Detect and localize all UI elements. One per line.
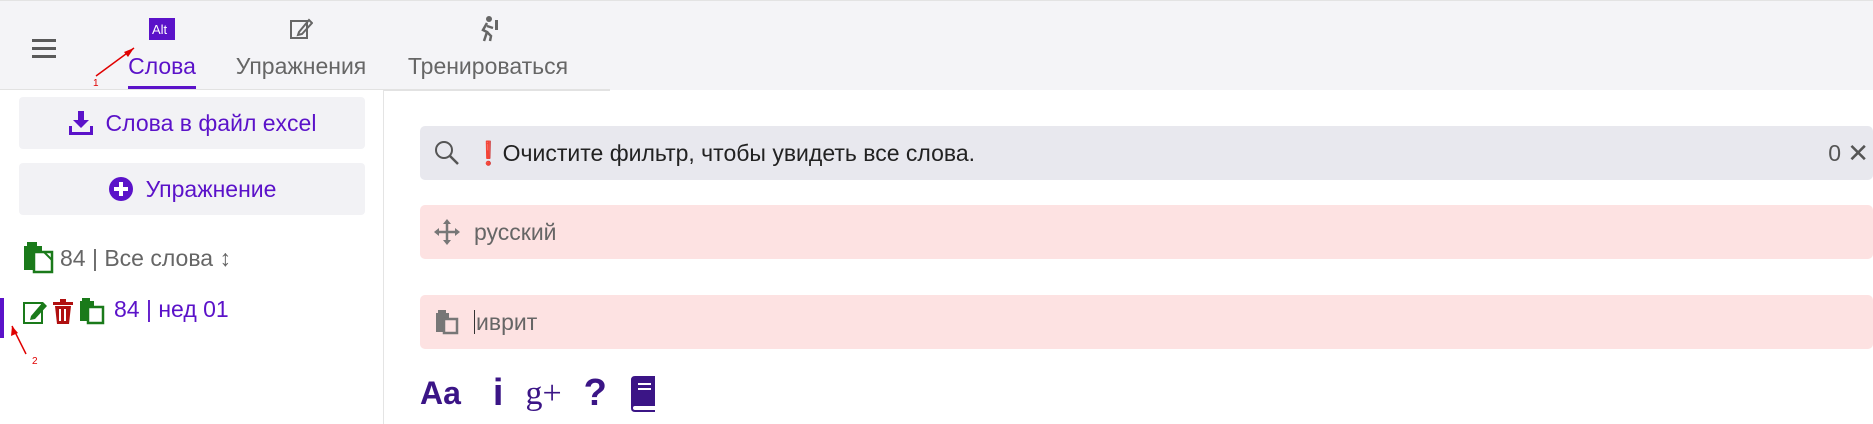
clear-filter-icon[interactable]: ✕ (1847, 138, 1869, 169)
all-words-item[interactable]: 84 | Все слова ↕ (22, 240, 231, 274)
download-icon (68, 111, 93, 135)
warning-icon: ❗ (474, 139, 503, 166)
result-count: 0 (1828, 139, 1841, 166)
sidebar: Слова в файл excel Упражнение 84 | Все с… (0, 90, 384, 424)
svg-text:Alt: Alt (152, 22, 168, 37)
info-icon[interactable]: i (493, 372, 504, 415)
tab-label: Тренироваться (407, 53, 569, 79)
bottom-toolbar: Aa i g+ ? (420, 372, 657, 415)
word-list-item[interactable]: 84 | нед 01 (22, 296, 229, 325)
annotation-arrow-2 (11, 325, 27, 355)
paste-icon[interactable] (420, 309, 474, 335)
search-filter-text: Очистите фильтр, чтобы увидеть все слова… (502, 139, 976, 166)
annotation-2: 2 (32, 356, 38, 367)
search-icon (420, 140, 474, 166)
text-cursor (474, 310, 475, 334)
menu-icon[interactable] (32, 39, 56, 59)
add-exercise-label: Упражнение (145, 175, 277, 202)
move-icon[interactable] (420, 219, 474, 245)
top-bar: Alt Слова Упражнения Тренироваться (0, 0, 1873, 91)
annotation-arrow-1 (95, 47, 135, 77)
tab-label: Упражнения (235, 53, 367, 79)
copy-icon (24, 242, 54, 274)
copy-icon[interactable] (78, 297, 106, 325)
russian-placeholder: русский (474, 218, 557, 245)
add-exercise-button[interactable]: Упражнение (19, 163, 365, 215)
hebrew-field[interactable]: иврит (420, 295, 1873, 349)
plus-circle-icon (108, 177, 133, 201)
annotation-1: 1 (93, 78, 99, 89)
font-size-icon[interactable]: Aa (420, 375, 461, 412)
exercise-icon (402, 15, 574, 43)
tab-train[interactable]: Тренироваться (402, 15, 574, 91)
all-words-label: 84 | Все слова ↕ (60, 245, 231, 271)
selected-item-indicator (0, 298, 4, 338)
search-filter-field[interactable]: ❗ Очистите фильтр, чтобы увидеть все сло… (420, 126, 1873, 180)
export-excel-label: Слова в файл excel (105, 109, 317, 136)
tab-exercises[interactable]: Упражнения (228, 15, 374, 91)
alt-text-icon: Alt (116, 15, 208, 43)
hebrew-placeholder: иврит (476, 308, 538, 335)
main-panel: ❗ Очистите фильтр, чтобы увидеть все сло… (384, 90, 1873, 424)
russian-field[interactable]: русский (420, 205, 1873, 259)
word-list-label: 84 | нед 01 (114, 296, 229, 322)
google-plus-icon[interactable]: g+ (525, 375, 561, 413)
trash-icon[interactable] (52, 299, 74, 325)
book-icon[interactable] (629, 375, 657, 412)
edit-icon (228, 15, 374, 43)
export-excel-button[interactable]: Слова в файл excel (19, 97, 365, 149)
help-icon[interactable]: ? (584, 372, 607, 415)
